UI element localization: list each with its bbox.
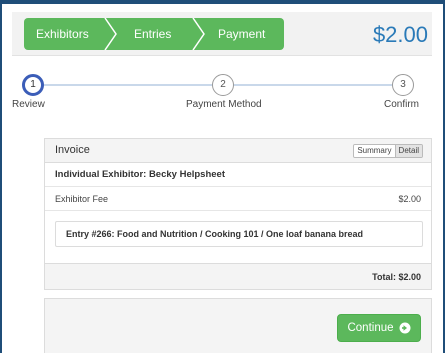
step-payment-method-label: Payment Method xyxy=(186,99,262,110)
entry-description: Entry #266: Food and Nutrition / Cooking… xyxy=(66,229,364,239)
breadcrumb-exhibitors[interactable]: Exhibitors xyxy=(36,18,89,50)
breadcrumb-separator xyxy=(104,18,117,50)
step-review-label: Review xyxy=(12,99,45,110)
step-confirm-circle: 3 xyxy=(392,74,414,96)
arrow-circle-right-icon xyxy=(399,322,411,334)
continue-button[interactable]: Continue xyxy=(337,314,421,342)
view-toggle: Summary Detail xyxy=(353,144,423,158)
step-confirm-label: Confirm xyxy=(384,99,420,110)
entry-item: Entry #266: Food and Nutrition / Cooking… xyxy=(55,221,423,247)
invoice-title: Invoice xyxy=(55,144,90,156)
invoice-panel: Invoice Summary Detail Individual Exhibi… xyxy=(44,138,432,290)
window-left-border xyxy=(0,0,2,353)
breadcrumb-entries[interactable]: Entries xyxy=(134,18,171,50)
breadcrumb: Exhibitors Entries Payment xyxy=(24,18,284,50)
step-review-circle: 1 xyxy=(22,74,44,96)
fee-amount: $2.00 xyxy=(398,194,421,204)
invoice-total: Total: $2.00 xyxy=(372,272,421,282)
step-payment-method-circle: 2 xyxy=(212,74,234,96)
exhibitor-name: Individual Exhibitor: Becky Helpsheet xyxy=(55,169,225,180)
invoice-footer: Total: $2.00 xyxy=(45,263,431,289)
action-bar: Continue xyxy=(44,298,432,353)
order-total-price: $2.00 xyxy=(372,22,428,47)
detail-toggle-button[interactable]: Detail xyxy=(394,145,422,157)
exhibitor-row: Individual Exhibitor: Becky Helpsheet xyxy=(45,163,431,187)
breadcrumb-payment[interactable]: Payment xyxy=(218,18,265,50)
invoice-header: Invoice Summary Detail xyxy=(45,139,431,163)
summary-toggle-button[interactable]: Summary xyxy=(354,145,395,157)
fee-label: Exhibitor Fee xyxy=(55,194,109,204)
window-top-border xyxy=(0,0,445,4)
breadcrumb-separator xyxy=(192,18,205,50)
checkout-header: Exhibitors Entries Payment $2.00 xyxy=(12,12,432,56)
continue-label: Continue xyxy=(347,322,394,334)
fee-row: Exhibitor Fee $2.00 xyxy=(45,187,431,211)
